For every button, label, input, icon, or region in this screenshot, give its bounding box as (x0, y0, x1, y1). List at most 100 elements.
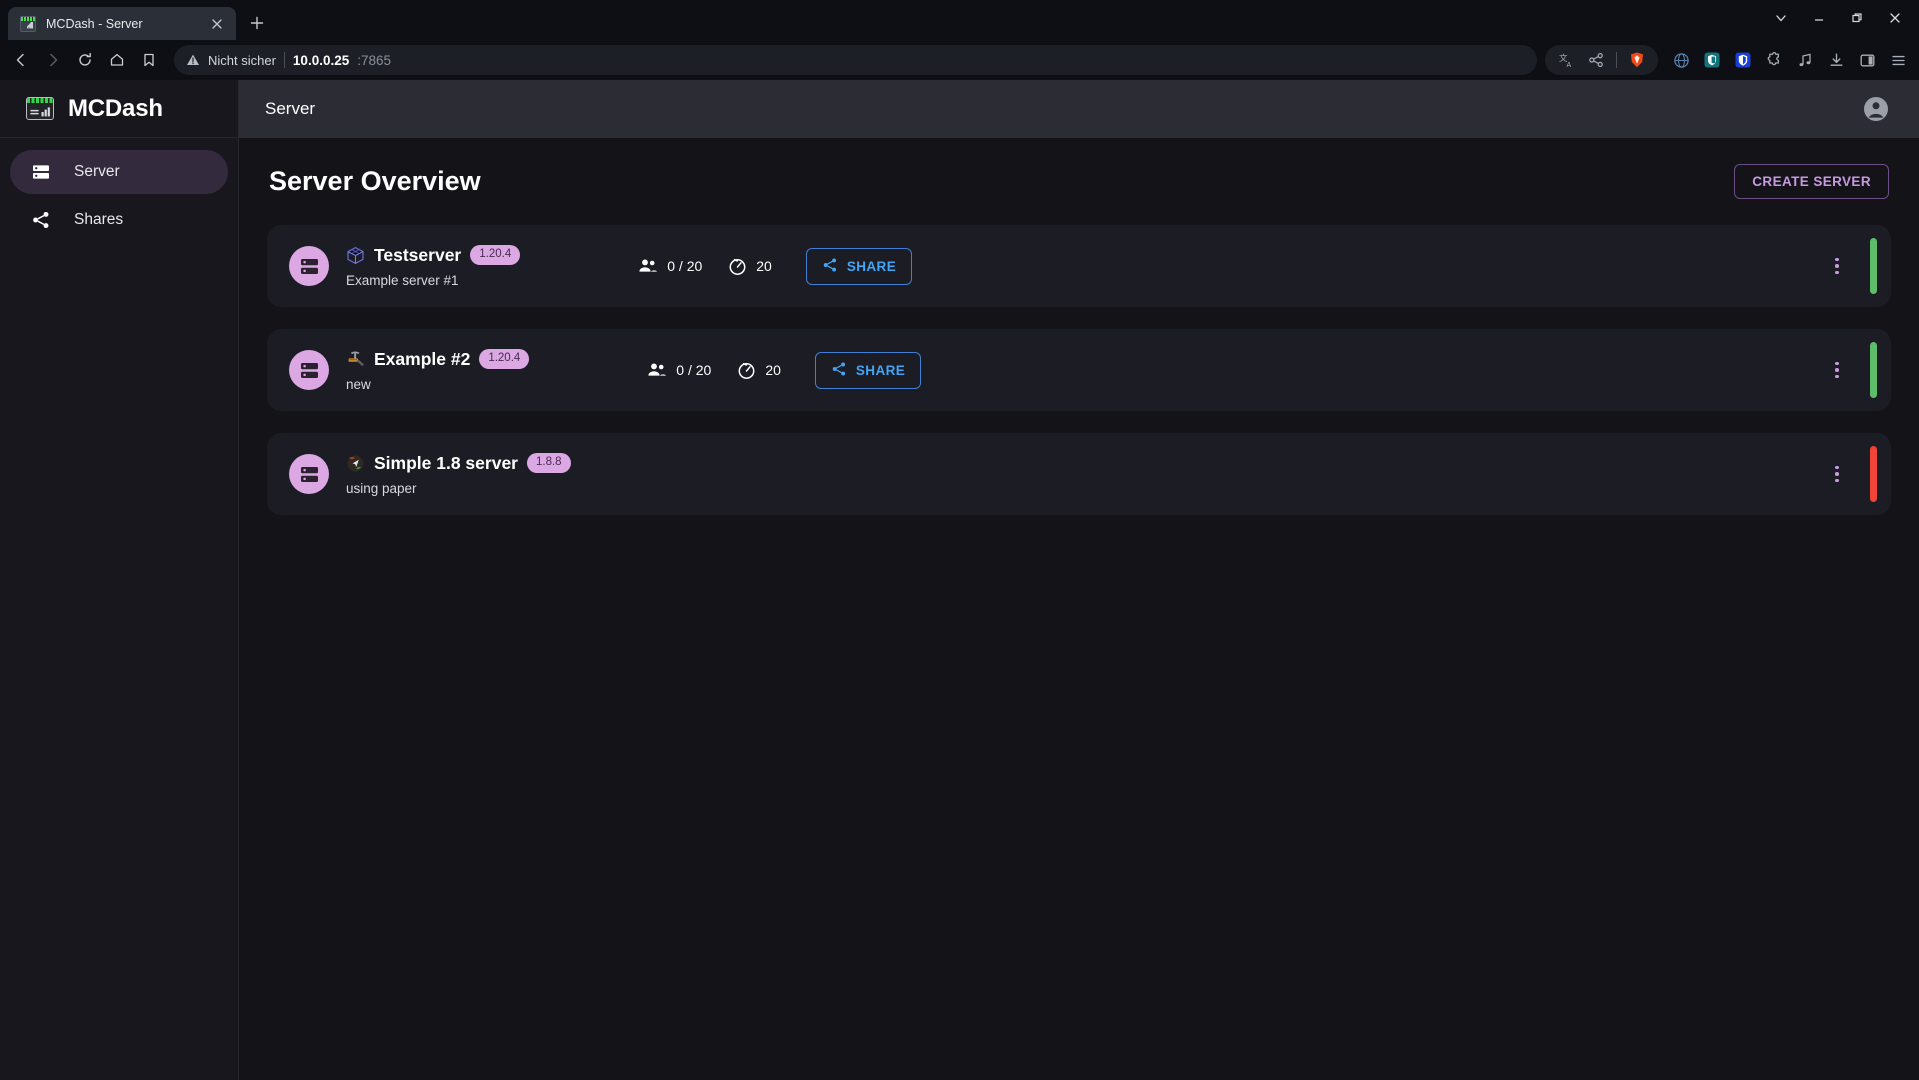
address-bar[interactable]: Nicht sicher 10.0.0.25 :7865 (174, 45, 1537, 75)
extensions-puzzle-icon[interactable] (1761, 47, 1787, 73)
server-description: Example server #1 (345, 273, 520, 288)
server-description: new (345, 377, 529, 392)
server-avatar-icon (289, 350, 329, 390)
slots-stat: 20 (737, 361, 781, 380)
players-value: 0 / 20 (667, 258, 702, 274)
reload-icon[interactable] (70, 45, 100, 75)
sidebar-item-label: Server (74, 163, 120, 181)
music-extension-icon[interactable] (1792, 47, 1818, 73)
warning-triangle-icon (186, 53, 200, 67)
close-window-button[interactable] (1877, 4, 1913, 32)
server-stats: 0 / 20 20 (647, 360, 781, 380)
speedometer-icon (728, 257, 747, 276)
mcdash-favicon (20, 16, 36, 32)
server-version-badge: 1.20.4 (470, 245, 520, 265)
sidebar: MCDash Server Shares (0, 80, 239, 1080)
server-version-badge: 1.20.4 (479, 349, 529, 369)
account-circle-icon[interactable] (1859, 92, 1893, 126)
app-bar-title: Server (265, 99, 315, 119)
security-label: Nicht sicher (208, 53, 276, 68)
server-info: Testserver 1.20.4 Example server #1 (345, 245, 520, 288)
browser-chrome: MCDash - Server (0, 0, 1919, 80)
share-button[interactable]: SHARE (806, 248, 912, 285)
server-avatar-icon (289, 454, 329, 494)
share-icon (831, 361, 847, 380)
new-tab-button[interactable] (242, 8, 272, 38)
extensions-tray (1668, 47, 1911, 73)
close-icon[interactable] (208, 15, 226, 33)
people-icon (638, 256, 658, 276)
server-info: Example #2 1.20.4 new (345, 349, 529, 392)
server-menu-button[interactable] (1820, 353, 1854, 387)
server-card[interactable]: Testserver 1.20.4 Example server #1 0 / … (267, 225, 1891, 307)
svg-text:A: A (1566, 62, 1571, 69)
application-root: MCDash Server Shares Server (0, 80, 1919, 1080)
url-host: 10.0.0.25 (293, 53, 349, 68)
server-card[interactable]: Simple 1.8 server 1.8.8 using paper (267, 433, 1891, 515)
url-separator (284, 52, 285, 68)
sidebar-toggle-icon[interactable] (1854, 47, 1880, 73)
omnibox-divider (1616, 52, 1617, 68)
shield-extension-icon[interactable] (1730, 47, 1756, 73)
page-header: Server Overview CREATE SERVER (267, 164, 1891, 199)
browser-menu-icon[interactable] (1885, 47, 1911, 73)
page-body: Server Overview CREATE SERVER Testserv (239, 138, 1919, 1080)
share-button[interactable]: SHARE (815, 352, 921, 389)
speedometer-icon (737, 361, 756, 380)
server-name: Simple 1.8 server (374, 453, 518, 474)
window-controls (1763, 4, 1913, 32)
minimize-button[interactable] (1801, 4, 1837, 32)
storage-icon (30, 162, 52, 182)
sidebar-item-label: Shares (74, 211, 123, 229)
main-content: Server Server Overview CREATE SERVER (239, 80, 1919, 1080)
pickaxe-favicon (345, 349, 365, 369)
server-info: Simple 1.8 server 1.8.8 using paper (345, 453, 571, 496)
bookmark-icon[interactable] (134, 45, 164, 75)
share-button-label: SHARE (847, 259, 896, 274)
share-page-icon[interactable] (1583, 47, 1609, 73)
brave-shields-icon[interactable] (1624, 47, 1650, 73)
server-avatar-icon (289, 246, 329, 286)
server-menu-button[interactable] (1820, 249, 1854, 283)
forward-arrow-icon[interactable] (38, 45, 68, 75)
tab-title: MCDash - Server (46, 17, 198, 31)
url-port: :7865 (357, 53, 391, 68)
create-server-button[interactable]: CREATE SERVER (1734, 164, 1889, 199)
status-indicator (1870, 238, 1877, 294)
server-name: Example #2 (374, 349, 470, 370)
paper-favicon (345, 453, 365, 473)
server-menu-button[interactable] (1820, 457, 1854, 491)
share-button-label: SHARE (856, 363, 905, 378)
status-indicator (1870, 446, 1877, 502)
brand-name: MCDash (68, 95, 163, 123)
sidebar-nav: Server Shares (0, 138, 238, 242)
maximize-button[interactable] (1839, 4, 1875, 32)
app-bar: Server (239, 80, 1919, 138)
bitwarden-extension-icon[interactable] (1699, 47, 1725, 73)
server-list: Testserver 1.20.4 Example server #1 0 / … (267, 225, 1891, 515)
slots-stat: 20 (728, 257, 772, 276)
cube-favicon (345, 245, 365, 265)
tab-strip: MCDash - Server (0, 0, 1919, 40)
sidebar-item-server[interactable]: Server (10, 150, 228, 194)
browser-nav-bar: Nicht sicher 10.0.0.25 :7865 文A (0, 40, 1919, 80)
omnibox-actions: 文A (1545, 45, 1658, 75)
page-title: Server Overview (269, 166, 481, 197)
status-indicator (1870, 342, 1877, 398)
back-arrow-icon[interactable] (6, 45, 36, 75)
players-value: 0 / 20 (676, 362, 711, 378)
server-card[interactable]: Example #2 1.20.4 new 0 / 20 (267, 329, 1891, 411)
server-name: Testserver (374, 245, 461, 266)
browser-tab[interactable]: MCDash - Server (8, 7, 236, 40)
home-icon[interactable] (102, 45, 132, 75)
people-icon (647, 360, 667, 380)
players-stat: 0 / 20 (638, 256, 702, 276)
sidebar-item-shares[interactable]: Shares (10, 198, 228, 242)
globe-extension-icon[interactable] (1668, 47, 1694, 73)
translate-icon[interactable]: 文A (1553, 47, 1579, 73)
server-version-badge: 1.8.8 (527, 453, 571, 473)
tab-search-button[interactable] (1763, 4, 1799, 32)
mcdash-logo-icon (26, 97, 54, 120)
share-icon (822, 257, 838, 276)
downloads-icon[interactable] (1823, 47, 1849, 73)
